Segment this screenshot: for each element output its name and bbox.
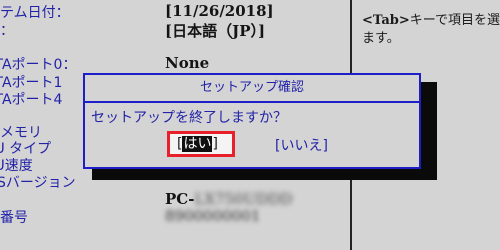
serial-number-redacted: 8900000001 — [165, 207, 261, 225]
yes-label: はい — [182, 136, 213, 152]
model-number-value: PC-LX750UDDD — [165, 190, 292, 208]
bios-setup-screen: ステム日付： [11/26/2018] 語： [日本語（JP）] ATAポート0… — [0, 0, 500, 250]
model-number-prefix: PC- — [165, 190, 195, 208]
serial-number-label: 造番号 — [0, 210, 28, 226]
sata-port-0-label: ATAポート0： — [0, 57, 77, 73]
language-value[interactable]: [日本語（JP）] — [165, 20, 265, 41]
model-number-redacted: LX750UDDD — [194, 190, 293, 208]
system-date-value[interactable]: [11/26/2018] — [165, 2, 274, 20]
system-date-label: ステム日付： — [0, 5, 70, 21]
sata-port-4-label: ATAポート4 — [0, 92, 63, 108]
yes-button[interactable]: [はい] — [177, 133, 218, 155]
setup-confirm-dialog: セットアップ確認 セットアップを終了しますか？ [はい] [いいえ] — [83, 73, 421, 169]
sata-port-0-value: None — [165, 54, 210, 72]
help-panel: <Tab>キーで項目を選ます。 — [362, 12, 500, 48]
no-button[interactable]: [いいえ] — [275, 135, 328, 157]
dialog-title: セットアップ確認 — [85, 75, 419, 103]
bios-version-label: OSバージョン — [0, 175, 76, 191]
language-label: 語： — [0, 23, 14, 39]
dialog-message: セットアップを終了しますか？ — [91, 110, 287, 126]
yes-bracket-close: ] — [212, 136, 218, 152]
help-tab-key: <Tab> — [362, 13, 410, 28]
